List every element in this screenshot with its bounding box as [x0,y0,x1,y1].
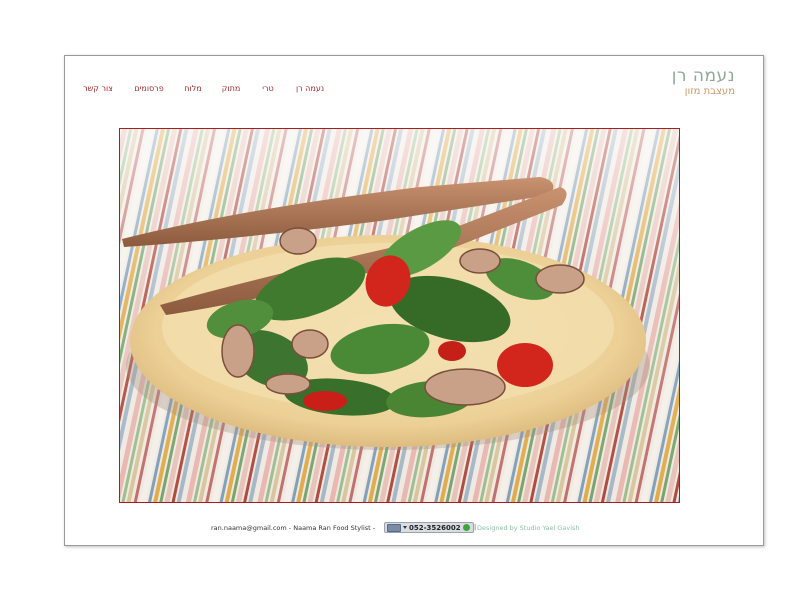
site-logo[interactable]: נעמה רן מעצבת מזון [672,67,735,99]
nav-contact[interactable]: צור קשר [81,84,115,93]
salad-image [120,129,679,502]
phone-badge[interactable]: 052-3526002 [384,522,474,533]
nav-savory[interactable]: מלוח [182,84,204,93]
nav-fresh[interactable]: טרי [260,84,276,93]
footer-email-text[interactable]: ran.naama@gmail.com - Naama Ran Food Sty… [211,524,375,532]
call-icon [462,524,470,531]
logo-name: נעמה רן [671,66,735,86]
site-footer: ran.naama@gmail.com - Naama Ran Food Sty… [65,521,763,535]
footer-separator: | [474,523,477,531]
logo-subtitle: מעצבת מזון [684,86,735,97]
phone-icon [387,523,401,532]
phone-number: 052-3526002 [409,523,461,532]
dropdown-icon [403,526,407,529]
nav-publications[interactable]: פרסומים [133,84,165,93]
main-nav: צור קשר פרסומים מלוח מתוק טרי נעמה רן [81,84,326,93]
designer-credit-link[interactable]: Designed by Studio Yael Gavish [477,524,580,532]
site-frame: נעמה רן מעצבת מזון צור קשר פרסומים מלוח … [64,55,764,546]
nav-naama-ran[interactable]: נעמה רן [294,84,326,93]
nav-sweet[interactable]: מתוק [219,84,243,93]
salad-photo [119,128,680,503]
